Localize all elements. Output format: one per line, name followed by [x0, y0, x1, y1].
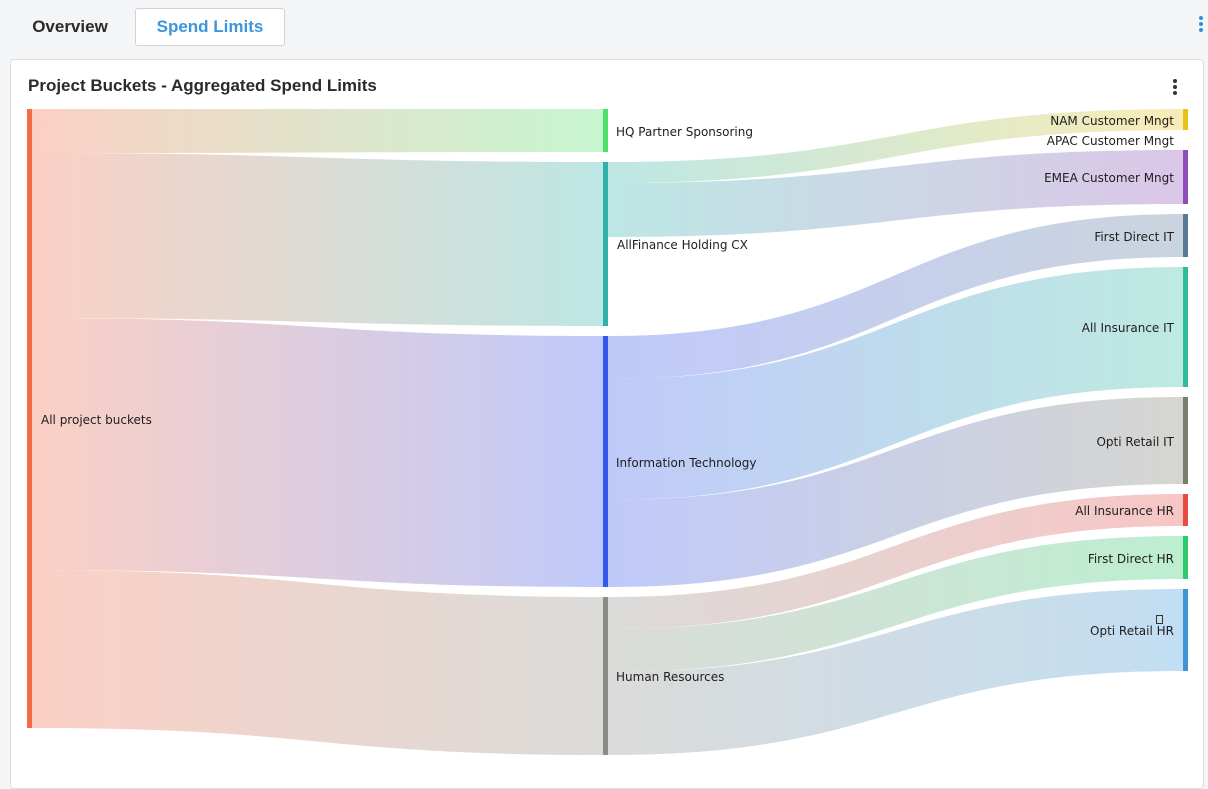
node-fdit[interactable] — [1183, 214, 1188, 257]
node-afh[interactable] — [603, 162, 608, 326]
node-label-hr: Human Resources — [616, 670, 724, 684]
node-hr[interactable] — [603, 597, 608, 755]
node-hq[interactable] — [603, 109, 608, 152]
node-label-hq: HQ Partner Sponsoring — [616, 125, 753, 139]
node-it[interactable] — [603, 336, 608, 587]
node-label-orit: Opti Retail IT — [1096, 435, 1174, 449]
node-label-root: All project buckets — [41, 413, 152, 427]
sankey-chart: All project buckets HQ Partner Sponsoring… — [27, 109, 1188, 755]
link-root-it[interactable] — [32, 318, 603, 587]
node-label-aiit: All Insurance IT — [1082, 321, 1175, 335]
node-nam[interactable] — [1183, 109, 1188, 130]
node-label-emea: EMEA Customer Mngt — [1044, 171, 1174, 185]
node-aiit[interactable] — [1183, 267, 1188, 387]
node-label-it: Information Technology — [616, 456, 757, 470]
node-fdhr[interactable] — [1183, 536, 1188, 579]
node-label-fdit: First Direct IT — [1094, 230, 1174, 244]
node-label-orhr: Opti Retail HR — [1090, 624, 1174, 638]
link-root-hr[interactable] — [32, 570, 603, 755]
link-root-afh[interactable] — [32, 153, 603, 326]
node-aihr[interactable] — [1183, 494, 1188, 526]
node-label-nam: NAM Customer Mngt — [1050, 114, 1174, 128]
node-label-apac: APAC Customer Mngt — [1047, 134, 1175, 148]
node-orhr[interactable] — [1183, 589, 1188, 671]
node-root[interactable] — [27, 109, 32, 728]
node-label-aihr: All Insurance HR — [1075, 504, 1174, 518]
missing-glyph-icon — [1156, 615, 1163, 624]
link-root-hq[interactable] — [32, 109, 603, 153]
node-label-fdhr: First Direct HR — [1088, 552, 1174, 566]
node-orit[interactable] — [1183, 397, 1188, 484]
node-label-afh: AllFinance Holding CX — [617, 238, 748, 252]
node-emea[interactable] — [1183, 150, 1188, 204]
